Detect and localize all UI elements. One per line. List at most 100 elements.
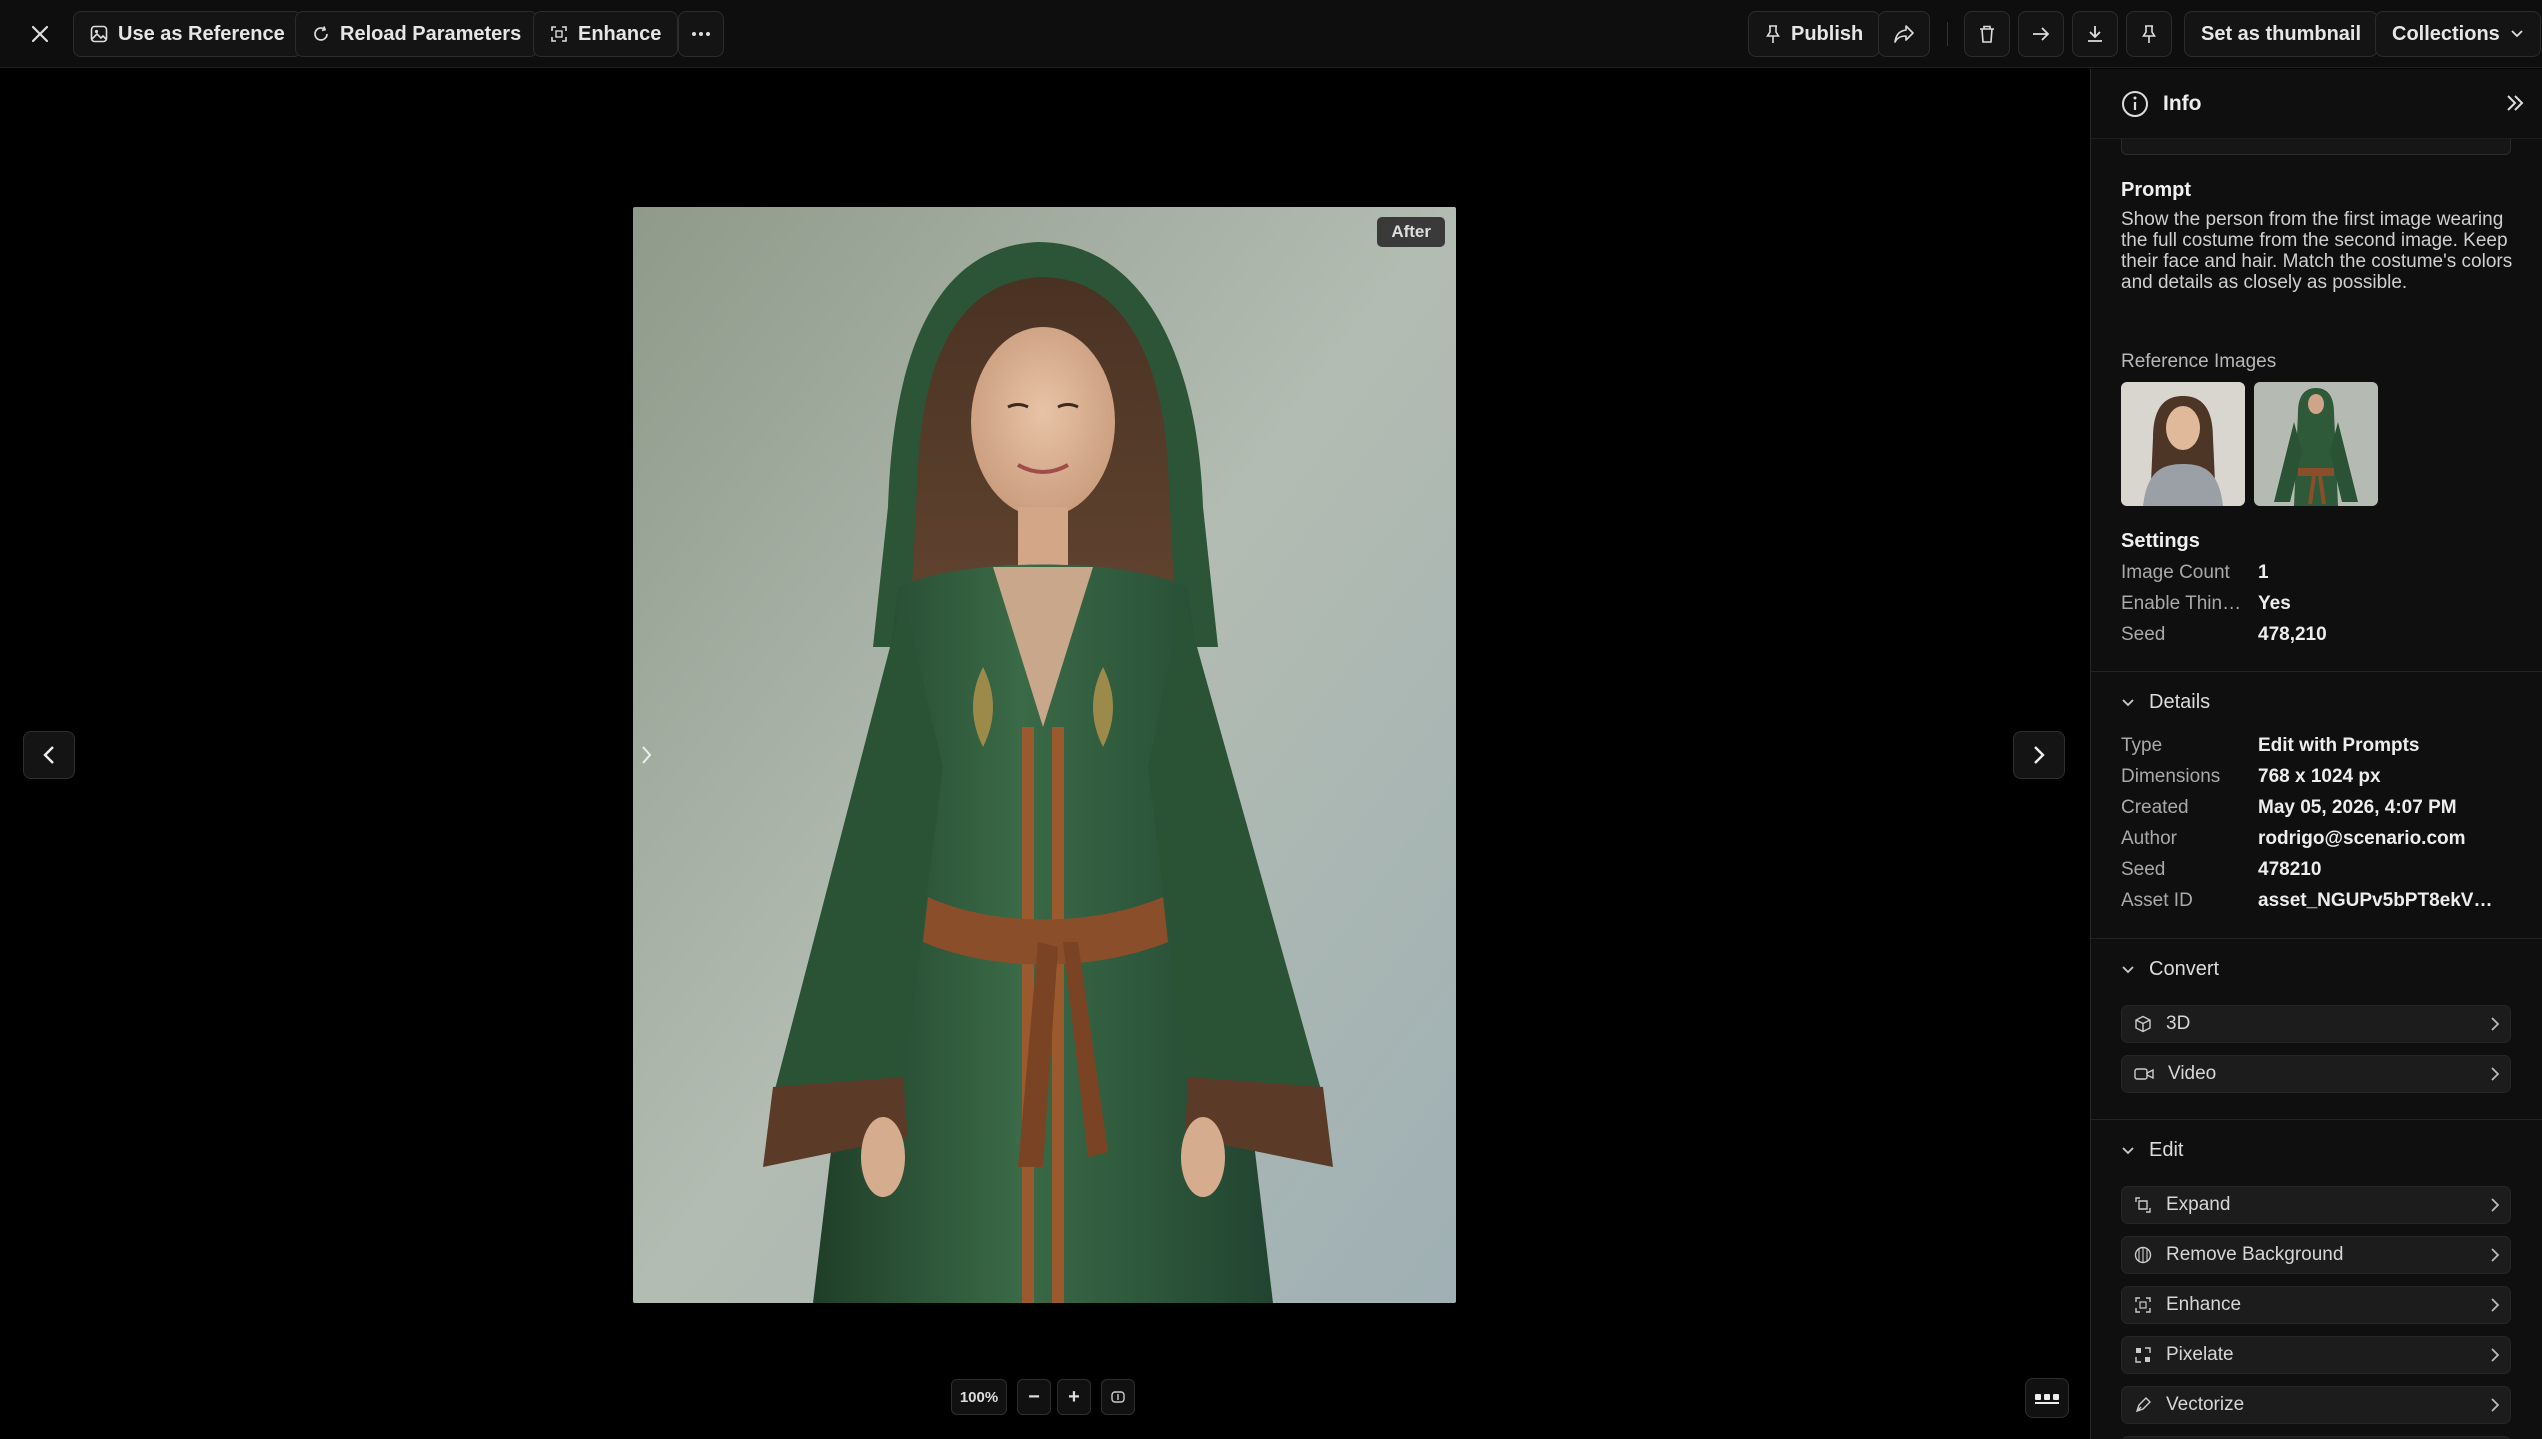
section-divider — [2091, 938, 2542, 939]
detail-value[interactable]: rodrigo@scenario.com — [2258, 828, 2466, 850]
pin-icon — [2142, 25, 2156, 43]
setting-key: Enable Thinking — [2121, 593, 2249, 614]
expand-icon — [2135, 1197, 2151, 1213]
detail-key: Author — [2121, 828, 2177, 849]
detail-value[interactable]: asset_NGUPv5bPT8ekVWE5... — [2258, 890, 2510, 912]
remove-background-label: Remove Background — [2166, 1244, 2344, 1265]
convert-video-button[interactable]: Video — [2121, 1055, 2511, 1093]
move-button[interactable] — [2018, 11, 2064, 57]
info-panel-header: Info — [2091, 69, 2542, 139]
generated-image[interactable]: After — [633, 207, 1456, 1303]
chevron-right-icon — [2491, 1017, 2500, 1031]
publish-button[interactable]: Publish — [1748, 11, 1881, 57]
chevron-right-icon — [2491, 1398, 2500, 1412]
toolbar-divider — [1947, 22, 1948, 46]
convert-3d-button[interactable]: 3D — [2121, 1005, 2511, 1043]
publish-label: Publish — [1791, 22, 1864, 45]
thumbnails-toggle-button[interactable] — [2025, 1378, 2069, 1418]
use-as-reference-label: Use as Reference — [118, 22, 285, 45]
zoom-out-button[interactable]: − — [1017, 1379, 1051, 1415]
setting-value: Yes — [2258, 593, 2291, 614]
section-divider — [2091, 671, 2542, 672]
edit-vectorize-button[interactable]: Vectorize — [2121, 1386, 2511, 1424]
convert-video-label: Video — [2168, 1063, 2217, 1084]
after-label-badge: After — [1377, 217, 1445, 247]
detail-value: 768 x 1024 px — [2258, 766, 2381, 787]
fit-to-screen-button[interactable] — [1101, 1379, 1135, 1415]
info-panel: Info Prompt Show the person from the fir… — [2090, 69, 2542, 1439]
vectorize-label: Vectorize — [2166, 1394, 2245, 1415]
setting-key: Seed — [2121, 624, 2166, 645]
details-section-toggle[interactable]: Details — [2121, 691, 2210, 714]
chevron-down-icon — [2122, 965, 2134, 973]
settings-title: Settings — [2121, 530, 2200, 552]
convert-title: Convert — [2149, 958, 2220, 980]
expand-label: Expand — [2166, 1194, 2231, 1215]
edit-section-toggle[interactable]: Edit — [2121, 1139, 2183, 1162]
detail-key: Type — [2121, 735, 2163, 756]
reference-images-title: Reference Images — [2121, 351, 2277, 372]
detail-key: Asset ID — [2121, 890, 2193, 911]
chevron-down-icon — [2511, 30, 2523, 38]
enhance-label: Enhance — [2166, 1294, 2242, 1315]
close-button[interactable] — [20, 14, 60, 54]
detail-value: Edit with Prompts — [2258, 735, 2420, 756]
pin-icon — [1766, 25, 1780, 43]
share-button[interactable] — [1878, 11, 1930, 57]
zoom-level-display[interactable]: 100% — [951, 1379, 1007, 1415]
next-image-button[interactable] — [2013, 731, 2065, 779]
remove-background-icon — [2134, 1246, 2152, 1264]
chevron-down-icon — [2122, 698, 2134, 706]
chevron-right-icon — [2491, 1248, 2500, 1262]
close-icon — [31, 25, 49, 43]
download-icon — [2088, 26, 2102, 42]
download-button[interactable] — [2072, 11, 2118, 57]
detail-key: Dimensions — [2121, 766, 2221, 787]
pin-button[interactable] — [2126, 11, 2172, 57]
edit-enhance-button[interactable]: Enhance — [2121, 1286, 2511, 1324]
enhance-label: Enhance — [578, 22, 662, 45]
delete-button[interactable] — [1964, 11, 2010, 57]
comparison-split-handle[interactable] — [640, 744, 654, 766]
edit-pixelate-button[interactable]: Pixelate — [2121, 1336, 2511, 1374]
enhance-button[interactable]: Enhance — [533, 11, 679, 57]
share-icon — [1894, 25, 1914, 43]
prompt-text: Show the person from the first image wea… — [2121, 209, 2513, 293]
set-as-thumbnail-label: Set as thumbnail — [2201, 22, 2362, 45]
chevron-left-icon — [43, 746, 54, 764]
edit-remove-background-button[interactable]: Remove Background — [2121, 1236, 2511, 1274]
video-camera-icon — [2134, 1068, 2154, 1080]
zoom-in-button[interactable]: + — [1057, 1379, 1091, 1415]
arrow-right-icon — [2033, 27, 2050, 41]
pixelate-label: Pixelate — [2166, 1344, 2234, 1365]
detail-value: 478210 — [2258, 859, 2322, 880]
chevron-down-icon — [2122, 1146, 2134, 1154]
pixelate-icon — [2135, 1347, 2151, 1363]
previous-image-button[interactable] — [23, 731, 75, 779]
image-canvas: After — [0, 69, 2090, 1439]
collections-label: Collections — [2392, 22, 2500, 45]
section-divider — [2091, 1119, 2542, 1120]
reload-parameters-button[interactable]: Reload Parameters — [295, 11, 539, 57]
collections-dropdown[interactable]: Collections — [2375, 11, 2541, 57]
collapse-panel-icon[interactable] — [2505, 93, 2525, 113]
more-options-button[interactable] — [678, 11, 724, 57]
chevron-right-icon — [2491, 1067, 2500, 1081]
image-icon — [90, 25, 108, 43]
reference-image-1[interactable] — [2121, 382, 2245, 506]
setting-value: 1 — [2258, 562, 2269, 583]
set-as-thumbnail-button[interactable]: Set as thumbnail — [2184, 11, 2379, 57]
trash-icon — [1980, 25, 1994, 43]
enhance-icon — [2135, 1297, 2151, 1313]
enhance-icon — [551, 26, 567, 42]
cube-icon — [2135, 1015, 2151, 1033]
reference-image-2[interactable] — [2254, 382, 2378, 506]
reload-icon — [314, 26, 328, 41]
setting-value: 478,210 — [2258, 624, 2327, 645]
edit-expand-button[interactable]: Expand — [2121, 1186, 2511, 1224]
pen-icon — [2135, 1397, 2151, 1413]
use-as-reference-button[interactable]: Use as Reference — [73, 11, 302, 57]
reference-portrait-thumbnail — [2121, 382, 2245, 506]
portrait-illustration — [633, 207, 1456, 1303]
convert-section-toggle[interactable]: Convert — [2121, 958, 2219, 981]
